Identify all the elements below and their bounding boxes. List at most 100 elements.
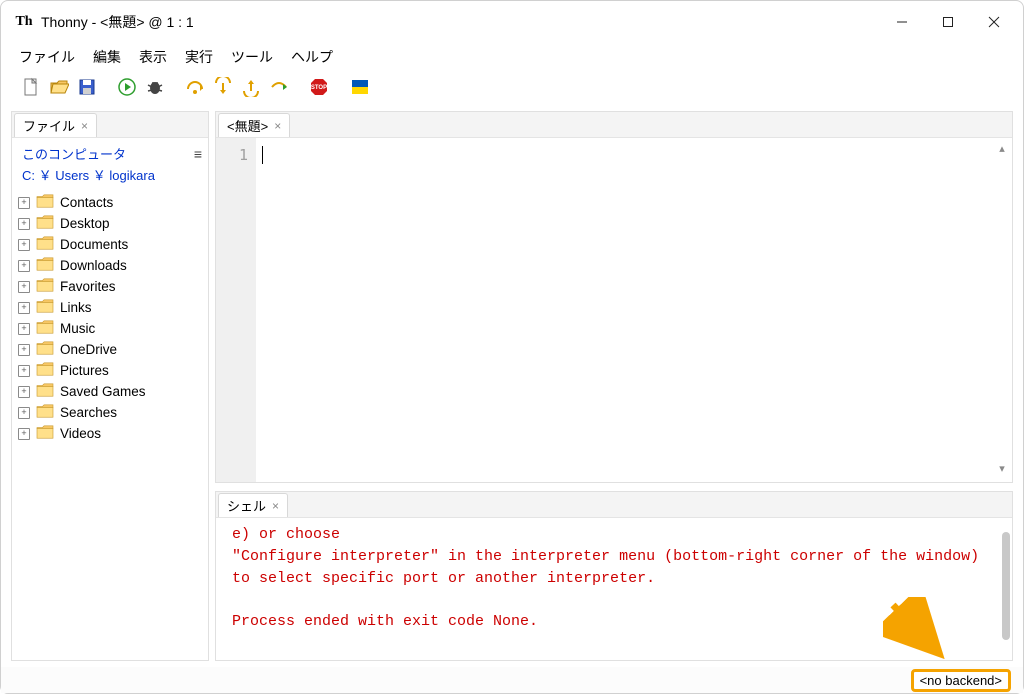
folder-item[interactable]: +Saved Games <box>16 381 204 402</box>
window-controls <box>879 3 1017 41</box>
editor-tab-label: <無題> <box>227 116 268 135</box>
folder-icon <box>36 193 54 212</box>
folder-item[interactable]: + Videos <box>16 423 204 444</box>
main-area: ファイル × このコンピュータ ≡ C: ￥ Users ￥ logikara … <box>1 109 1023 667</box>
scroll-up-icon[interactable]: ▴ <box>994 142 1010 158</box>
code-area[interactable] <box>256 138 1012 482</box>
folder-label: Links <box>60 300 92 315</box>
app-icon: Th <box>15 13 33 31</box>
close-icon[interactable]: × <box>274 120 281 132</box>
menu-run[interactable]: 実行 <box>179 45 219 69</box>
file-tree[interactable]: +Contacts+Desktop+Documents+Downloads+Fa… <box>12 190 208 660</box>
debug-icon[interactable] <box>143 75 167 99</box>
backend-selector[interactable]: <no backend> <box>911 669 1011 692</box>
run-icon[interactable] <box>115 75 139 99</box>
folder-item[interactable]: + Links <box>16 297 204 318</box>
folder-item[interactable]: + Music <box>16 318 204 339</box>
text-caret <box>262 146 263 164</box>
folder-label: Videos <box>60 426 101 441</box>
shell-line: to select specific port or another inter… <box>232 568 998 590</box>
close-icon[interactable]: × <box>272 500 279 512</box>
resume-icon[interactable] <box>267 75 291 99</box>
menubar: ファイル 編集 表示 実行 ツール ヘルプ <box>1 43 1023 71</box>
sidebar-tabbar: ファイル × <box>12 112 208 138</box>
menu-edit[interactable]: 編集 <box>87 45 127 69</box>
expander-icon[interactable]: + <box>18 365 30 377</box>
file-sidebar: ファイル × このコンピュータ ≡ C: ￥ Users ￥ logikara … <box>11 111 209 661</box>
statusbar: <no backend> <box>1 667 1023 693</box>
folder-icon <box>36 298 54 317</box>
save-file-icon[interactable] <box>75 75 99 99</box>
scroll-down-icon[interactable]: ▾ <box>994 462 1010 478</box>
current-path[interactable]: C: ￥ Users ￥ logikara <box>12 165 208 190</box>
folder-label: Documents <box>60 237 128 252</box>
line-number: 1 <box>216 146 248 164</box>
hamburger-icon[interactable]: ≡ <box>194 146 202 162</box>
folder-icon <box>36 319 54 338</box>
folder-item[interactable]: + Downloads <box>16 255 204 276</box>
menu-tools[interactable]: ツール <box>225 45 279 69</box>
menu-help[interactable]: ヘルプ <box>285 45 339 69</box>
stop-icon[interactable]: STOP <box>307 75 331 99</box>
expander-icon[interactable]: + <box>18 197 30 209</box>
folder-label: Favorites <box>60 279 116 294</box>
folder-item[interactable]: + Contacts <box>16 192 204 213</box>
window-title: Thonny - <無題> @ 1 : 1 <box>41 12 194 32</box>
sidebar-tab-label: ファイル <box>23 116 75 135</box>
step-into-icon[interactable] <box>211 75 235 99</box>
folder-item[interactable]: + Searches <box>16 402 204 423</box>
menu-view[interactable]: 表示 <box>133 45 173 69</box>
folder-icon <box>36 382 54 401</box>
minimize-button[interactable] <box>879 3 925 41</box>
shell-body[interactable]: e) or choose"Configure interpreter" in t… <box>216 518 1012 660</box>
shell-line: e) or choose <box>232 524 998 546</box>
expander-icon[interactable]: + <box>18 260 30 272</box>
editor-pane: <無題> × 1 ▴ ▾ <box>215 111 1013 483</box>
expander-icon[interactable]: + <box>18 281 30 293</box>
maximize-button[interactable] <box>925 3 971 41</box>
shell-line: "Configure interpreter" in the interpret… <box>232 546 998 568</box>
folder-icon <box>36 403 54 422</box>
expander-icon[interactable]: + <box>18 302 30 314</box>
expander-icon[interactable]: + <box>18 239 30 251</box>
shell-tab[interactable]: シェル × <box>218 493 288 517</box>
sidebar-tab-file[interactable]: ファイル × <box>14 113 97 137</box>
folder-icon <box>36 424 54 443</box>
folder-icon <box>36 235 54 254</box>
shell-tabbar: シェル × <box>216 492 1012 518</box>
editor-body[interactable]: 1 ▴ ▾ <box>216 138 1012 482</box>
menu-file[interactable]: ファイル <box>13 45 81 69</box>
titlebar: Th Thonny - <無題> @ 1 : 1 <box>1 1 1023 43</box>
folder-item[interactable]: +OneDrive <box>16 339 204 360</box>
folder-label: Downloads <box>60 258 127 273</box>
close-button[interactable] <box>971 3 1017 41</box>
svg-text:STOP: STOP <box>311 85 327 91</box>
step-over-icon[interactable] <box>183 75 207 99</box>
editor-tabbar: <無題> × <box>216 112 1012 138</box>
flag-icon[interactable] <box>347 75 373 99</box>
shell-pane: シェル × e) or choose"Configure interpreter… <box>215 491 1013 661</box>
folder-item[interactable]: +Pictures <box>16 360 204 381</box>
app-icon-text: Th <box>15 14 32 30</box>
expander-icon[interactable]: + <box>18 218 30 230</box>
expander-icon[interactable]: + <box>18 428 30 440</box>
shell-scrollbar[interactable] <box>1002 532 1010 640</box>
shell-line <box>232 589 998 611</box>
folder-item[interactable]: + Favorites <box>16 276 204 297</box>
editor-tab-untitled[interactable]: <無題> × <box>218 113 290 137</box>
folder-item[interactable]: +Desktop <box>16 213 204 234</box>
expander-icon[interactable]: + <box>18 407 30 419</box>
expander-icon[interactable]: + <box>18 386 30 398</box>
close-icon[interactable]: × <box>81 120 88 132</box>
new-file-icon[interactable] <box>19 75 43 99</box>
folder-label: Searches <box>60 405 117 420</box>
open-file-icon[interactable] <box>47 75 71 99</box>
expander-icon[interactable]: + <box>18 323 30 335</box>
folder-item[interactable]: + Documents <box>16 234 204 255</box>
folder-label: Music <box>60 321 95 336</box>
expander-icon[interactable]: + <box>18 344 30 356</box>
folder-label: Contacts <box>60 195 113 210</box>
computer-label[interactable]: このコンピュータ <box>22 144 126 163</box>
toolbar: STOP <box>1 71 1023 109</box>
step-out-icon[interactable] <box>239 75 263 99</box>
